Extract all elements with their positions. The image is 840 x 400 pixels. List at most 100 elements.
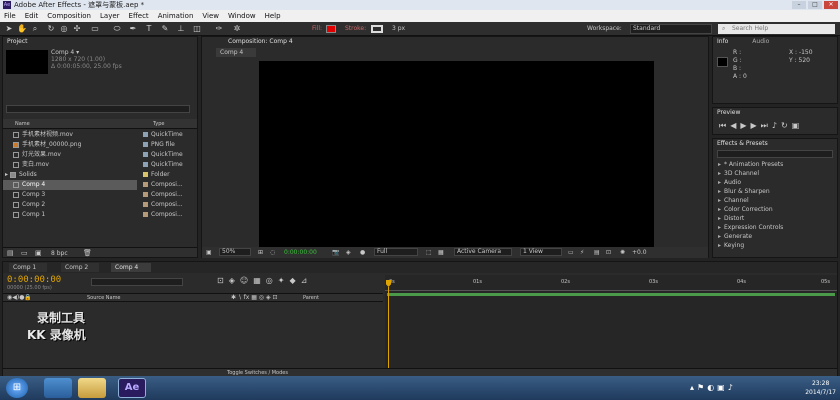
effects-category[interactable]: Expression Controls <box>713 223 837 232</box>
rotate-tool-icon[interactable]: ↻ <box>46 24 56 34</box>
comp-subtab[interactable]: Comp 4 <box>216 48 256 57</box>
effects-category[interactable]: * Animation Presets <box>713 160 837 169</box>
project-item[interactable]: Comp 1 Composi... <box>3 210 197 220</box>
menu-edit[interactable]: Edit <box>25 10 39 22</box>
text-tool-icon[interactable]: T <box>144 24 154 34</box>
work-area-bar[interactable] <box>387 293 835 296</box>
timeline-tab-comp2[interactable]: Comp 2 <box>61 263 99 272</box>
zoom-select[interactable]: 50% <box>219 248 251 256</box>
menu-file[interactable]: File <box>4 10 16 22</box>
toggle-pixel-aspect-icon[interactable]: ▭ <box>568 247 574 258</box>
ram-preview-icon[interactable]: ▣ <box>792 121 804 130</box>
effects-category[interactable]: Generate <box>713 232 837 241</box>
clock[interactable]: 23:28 2014/7/17 <box>805 379 836 397</box>
col-type[interactable]: Type <box>153 121 164 127</box>
menu-view[interactable]: View <box>202 10 219 22</box>
color-channel-icon[interactable]: ● <box>360 247 365 258</box>
shy-icon[interactable]: ☺ <box>240 276 253 285</box>
source-name-header[interactable]: Source Name <box>87 295 121 301</box>
draft-3d-icon[interactable]: ◈ <box>229 276 240 285</box>
first-frame-icon[interactable]: ⏮ <box>719 121 730 130</box>
project-item[interactable]: ▸ Solids Folder <box>3 170 197 180</box>
resolution-select[interactable]: Full <box>374 248 418 256</box>
new-composition-icon[interactable]: ▣ <box>35 249 42 257</box>
menu-help[interactable]: Help <box>265 10 281 22</box>
comp-flowchart-icon[interactable]: ⊡ <box>606 247 611 258</box>
fill-swatch[interactable] <box>326 25 336 33</box>
stroke-swatch[interactable] <box>371 25 383 33</box>
file-explorer-icon[interactable] <box>78 378 106 398</box>
pan-behind-tool-icon[interactable]: ✣ <box>72 24 82 34</box>
stroke-width[interactable]: 3 px <box>392 25 405 32</box>
project-search-input[interactable] <box>6 105 190 113</box>
project-item[interactable]: 灯光效果.mov QuickTime <box>3 150 197 160</box>
timeline-tab-comp1[interactable]: Comp 1 <box>9 263 47 272</box>
info-tab[interactable]: Info <box>717 38 728 45</box>
audio-tab[interactable]: Audio <box>752 38 769 45</box>
brush-tool-icon[interactable]: ✎ <box>160 24 170 34</box>
col-name[interactable]: Name <box>15 121 30 127</box>
interpret-footage-icon[interactable]: ▤ <box>7 249 14 257</box>
composition-canvas[interactable] <box>259 61 654 247</box>
auto-keyframe-icon[interactable]: ◆ <box>289 276 300 285</box>
workspace-select[interactable]: Standard <box>630 24 712 34</box>
camera-select[interactable]: Active Camera <box>454 248 512 256</box>
always-preview-icon[interactable]: ▣ <box>206 247 212 258</box>
project-tab[interactable]: Project <box>3 37 197 47</box>
menu-animation[interactable]: Animation <box>158 10 194 22</box>
time-ruler[interactable]: 0s 01s 02s 03s 04s 05s <box>385 279 837 291</box>
exposure-icon[interactable]: ✺ <box>620 247 625 258</box>
timeline-search-input[interactable] <box>91 278 183 286</box>
bit-depth-button[interactable]: 8 bpc <box>51 250 68 257</box>
project-item[interactable]: 变白.mov QuickTime <box>3 160 197 170</box>
play-icon[interactable]: ▶ <box>740 121 750 130</box>
comp-name[interactable]: Comp 4 ▾ <box>51 49 122 56</box>
roi-icon[interactable]: ⬚ <box>426 247 432 258</box>
expand-arrow-icon[interactable]: ▸ <box>5 171 8 178</box>
minimize-button[interactable]: – <box>792 1 806 9</box>
after-effects-taskbar-icon[interactable]: Ae <box>118 378 146 398</box>
graph-editor-icon[interactable]: ⊿ <box>301 276 313 285</box>
preview-tab[interactable]: Preview <box>713 108 837 118</box>
last-frame-icon[interactable]: ⏭ <box>761 121 772 130</box>
effects-category[interactable]: Audio <box>713 178 837 187</box>
views-select[interactable]: 1 View <box>520 248 562 256</box>
close-button[interactable]: ✕ <box>824 1 838 9</box>
exposure-value[interactable]: +0.0 <box>632 247 647 258</box>
effects-tab[interactable]: Effects & Presets <box>713 139 837 149</box>
channel-icon[interactable]: ◈ <box>346 247 351 258</box>
menu-composition[interactable]: Composition <box>47 10 91 22</box>
selection-tool-icon[interactable]: ➤ <box>4 24 14 34</box>
system-tray-icons[interactable]: ▴⚑◐▣♪ <box>690 383 736 392</box>
audio-icon[interactable]: ♪ <box>772 121 781 130</box>
pen-tool-icon[interactable]: ✒ <box>128 24 138 34</box>
timeline-icon[interactable]: ▤ <box>594 247 600 258</box>
menu-layer[interactable]: Layer <box>100 10 120 22</box>
previous-frame-icon[interactable]: ◀ <box>730 121 740 130</box>
timeline-tab-comp4[interactable]: Comp 4 <box>111 263 151 272</box>
search-help-input[interactable]: ⌕ Search Help <box>718 24 835 34</box>
effects-search-input[interactable] <box>717 150 833 158</box>
effects-category[interactable]: Color Correction <box>713 205 837 214</box>
maximize-button[interactable]: □ <box>808 1 822 9</box>
project-item[interactable]: 手机素材视频.mov QuickTime <box>3 130 197 140</box>
effects-category[interactable]: Blur & Sharpen <box>713 187 837 196</box>
effects-category[interactable]: Channel <box>713 196 837 205</box>
motion-blur-icon[interactable]: ◎ <box>266 276 278 285</box>
project-item[interactable]: 手机素材_00000.png PNG file <box>3 140 197 150</box>
mask-visibility-icon[interactable]: ◌ <box>270 247 275 258</box>
eraser-tool-icon[interactable]: ◫ <box>192 24 202 34</box>
menu-window[interactable]: Window <box>228 10 256 22</box>
zoom-tool-icon[interactable]: ⌕ <box>30 24 40 34</box>
start-button-icon[interactable]: ⊞ <box>6 378 28 398</box>
av-features-icon[interactable]: ◉◀)●🔒 <box>7 294 32 301</box>
effects-category[interactable]: 3D Channel <box>713 169 837 178</box>
next-frame-icon[interactable]: ▶ <box>751 121 761 130</box>
roto-brush-tool-icon[interactable]: ✑ <box>214 24 224 34</box>
project-item[interactable]: Comp 3 Composi... <box>3 190 197 200</box>
trash-icon[interactable]: 🗑 <box>83 249 92 257</box>
composition-tab[interactable]: Composition: Comp 4 <box>202 37 708 47</box>
brainstorm-icon[interactable]: ✦ <box>278 276 290 285</box>
internet-explorer-icon[interactable] <box>44 378 72 398</box>
clone-stamp-tool-icon[interactable]: ⊥ <box>176 24 186 34</box>
